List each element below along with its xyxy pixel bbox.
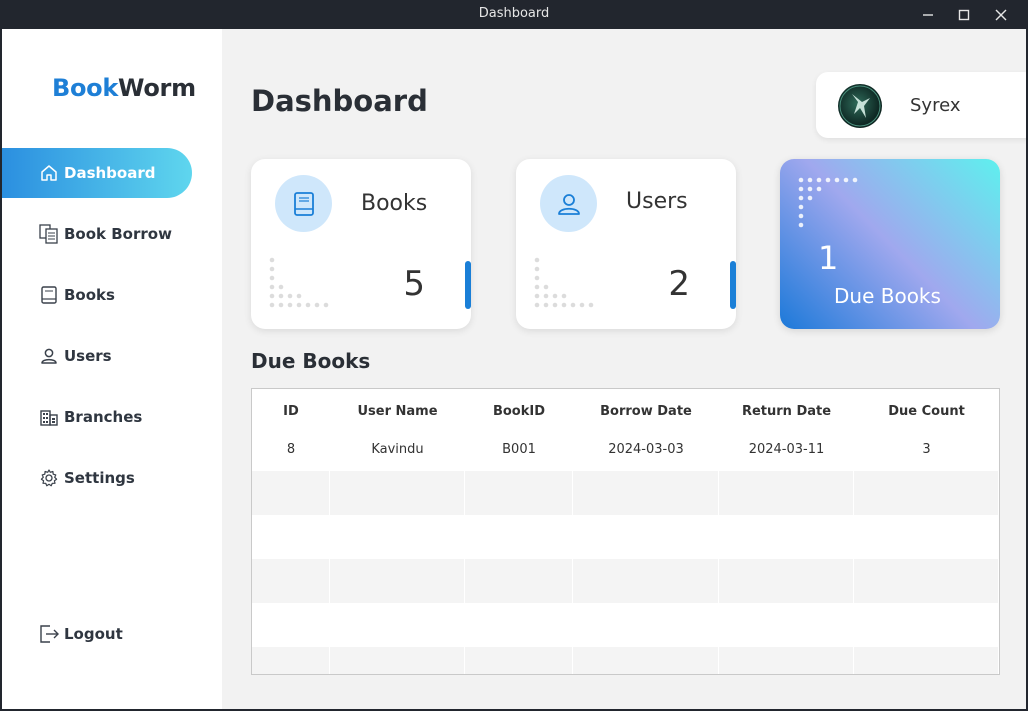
empty-row [252,647,999,674]
sidebar-item-dashboard[interactable]: Dashboard [2,148,192,198]
app-window: BookWorm Dashboard Book Borrow Books Use [2,29,1026,709]
dot-pattern [798,177,858,228]
brand-part-2: Worm [118,74,196,102]
gear-icon [38,467,60,489]
book-borrow-icon [38,223,60,245]
table-cell: Kavindu [371,441,424,457]
table-cell: B001 [502,441,536,457]
profile-username: Syrex [910,95,961,116]
minimize-button[interactable] [910,0,946,29]
window-title: Dashboard [478,6,550,21]
table-cell: 8 [286,441,296,457]
books-stat-card[interactable]: Books 5 [251,159,471,329]
user-icon [38,345,60,367]
empty-row [252,559,999,603]
books-count: 5 [403,264,425,304]
close-button[interactable] [983,0,1019,29]
table-cell: 2024-03-11 [748,441,825,457]
brand-logo: BookWorm [52,74,196,102]
logout-label: Logout [64,625,123,643]
sidebar-item-settings[interactable]: Settings [2,453,192,503]
book-icon [38,284,60,306]
sidebar-item-label: Books [64,286,115,304]
user-icon [540,175,597,232]
sidebar-item-branches[interactable]: Branches [2,392,192,442]
accent-bar [465,261,471,309]
accent-bar [730,261,736,309]
due-books-section-title: Due Books [251,349,371,373]
sidebar-item-books[interactable]: Books [2,270,192,320]
due-books-card-label: Due Books [834,284,941,308]
empty-row [252,603,999,647]
sidebar-item-label: Users [64,347,112,365]
empty-row [252,471,999,515]
dot-pattern [269,257,329,308]
sidebar-item-label: Settings [64,469,135,487]
maximize-button[interactable] [946,0,982,29]
table-cell: 3 [922,441,931,457]
sidebar-item-label: Branches [64,408,143,426]
due-books-count: 1 [818,239,839,277]
brand-part-1: Book [52,74,119,102]
table-row[interactable]: 8 Kavindu B001 2024-03-03 2024-03-11 3 [252,427,999,471]
maximize-icon [958,9,970,20]
home-icon [38,162,60,184]
logout-button[interactable]: Logout [2,609,192,659]
book-icon [275,175,332,232]
title-bar: Dashboard [0,0,1028,29]
table-cell: 2024-03-03 [608,441,684,457]
books-card-label: Books [361,191,428,216]
avatar [838,84,882,128]
users-stat-card[interactable]: Users 2 [516,159,736,329]
users-card-label: Users [626,189,688,214]
sidebar-item-label: Dashboard [64,164,156,182]
due-books-table[interactable]: ID User Name BookID Borrow Date Return D… [251,388,1000,675]
sidebar-item-users[interactable]: Users [2,331,192,381]
logout-icon [38,623,60,645]
profile-card[interactable]: Syrex [816,72,1026,138]
empty-row [252,515,999,559]
due-books-stat-card[interactable]: 1 Due Books [780,159,1000,329]
sidebar: BookWorm Dashboard Book Borrow Books Use [2,29,222,709]
building-icon [38,406,60,428]
users-count: 2 [668,264,690,304]
sidebar-item-book-borrow[interactable]: Book Borrow [2,209,192,259]
close-icon [995,9,1007,20]
minimize-icon [923,13,933,16]
dot-pattern [534,257,594,308]
sidebar-item-label: Book Borrow [64,225,172,243]
page-title: Dashboard [251,84,428,118]
